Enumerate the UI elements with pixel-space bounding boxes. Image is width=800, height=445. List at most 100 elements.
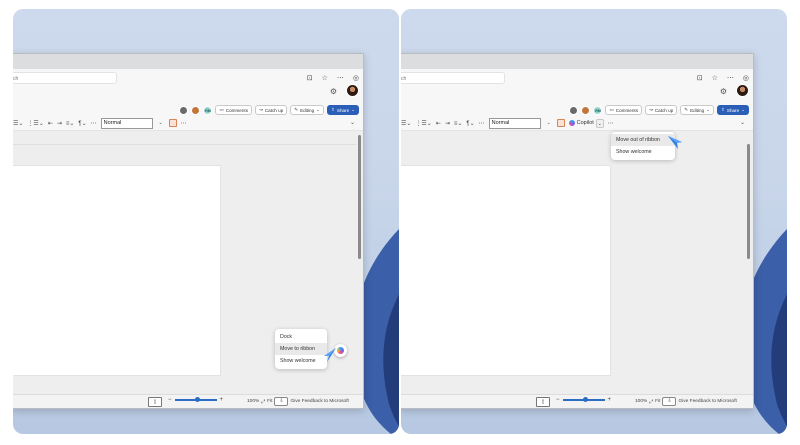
vertical-scrollbar[interactable] (747, 144, 750, 259)
indent-icon[interactable]: ⇥ (445, 120, 450, 127)
more-icon[interactable]: ⋯ (181, 120, 187, 127)
comment-icon: ▭ (609, 107, 614, 112)
fit-icon[interactable]: ⤢ (649, 399, 653, 405)
page-icon[interactable]: ▯ (536, 397, 550, 407)
collaborator-avatar[interactable] (569, 105, 579, 115)
browser-tab-bar (401, 54, 753, 69)
search-box[interactable]: ch (401, 72, 505, 84)
address-row: ch ⊡ ☆ ⋯ ◎ (13, 69, 363, 86)
more-icon[interactable]: ⋯ (608, 120, 614, 127)
zoom-in-button[interactable]: + (608, 397, 612, 403)
share-button[interactable]: ⇧ Share ⌄ (327, 105, 359, 115)
editing-button[interactable]: ✎ Editing ⌄ (290, 105, 325, 115)
menu-item-move-out-of-ribbon[interactable]: Move out of ribbon (611, 134, 675, 146)
tab-icon[interactable]: ⊡ (697, 74, 703, 82)
feedback-link[interactable]: Give Feedback to Microsoft (678, 399, 736, 404)
indent-icon[interactable]: ⇥ (57, 120, 62, 127)
feedback-icon[interactable]: ⇩ (662, 397, 677, 406)
collaborator-initials[interactable]: RM (203, 105, 213, 115)
settings-icon[interactable]: ⚙ (330, 87, 337, 96)
zoom-level[interactable]: 100% (635, 399, 647, 404)
favorites-icon[interactable]: ☆ (322, 74, 328, 82)
zoom-in-button[interactable]: + (220, 397, 224, 403)
indent-icon[interactable]: ⇤ (48, 120, 53, 127)
indent-icon[interactable]: ⇤ (436, 120, 441, 127)
ribbon-header: ⚙ RM ▭ Comments ↝ Catch up ✎ Editing ⌄ ⇧ Shar… (401, 84, 753, 116)
cursor-pointer-icon (668, 136, 682, 149)
chevron-down-icon[interactable]: ⌄ (545, 118, 553, 129)
more-icon[interactable]: ⋯ (479, 120, 485, 127)
right-screenshot-panel: ch ⊡ ☆ ⋯ ◎ ⚙ RM ▭ Comments ↝ Catch up ✎ Edi… (401, 9, 787, 434)
favorites-icon[interactable]: ☆ (712, 74, 718, 82)
zoom-level[interactable]: 100% (247, 399, 259, 404)
chevron-down-icon[interactable]: ⌄ (595, 118, 604, 128)
zoom-control: − + (168, 397, 223, 403)
more-icon[interactable]: ⋯ (727, 74, 734, 82)
feedback-link[interactable]: Give Feedback to Microsoft (290, 399, 348, 404)
numbering-icon[interactable]: ⋮☰⌄ (27, 120, 43, 127)
comments-button[interactable]: ▭ Comments (605, 105, 642, 115)
zoom-slider[interactable] (562, 397, 605, 402)
menu-item-show-welcome[interactable]: Show welcome (611, 146, 675, 158)
page-icon[interactable]: ▯ (148, 397, 162, 407)
comments-button[interactable]: ▭ Comments (215, 105, 252, 115)
collapse-chevron-icon[interactable]: ⌄ (740, 119, 745, 126)
collaboration-bar: RM ▭ Comments ↝ Catch up ✎ Editing ⌄ ⇧ Share ⌄ (569, 105, 753, 115)
zoom-out-button[interactable]: − (556, 397, 560, 403)
paragraph-icon[interactable]: ¶⌄ (466, 120, 474, 127)
copilot-edge-icon[interactable]: ◎ (353, 74, 359, 82)
vertical-scrollbar[interactable] (358, 135, 361, 259)
cursor-pointer-icon (324, 348, 336, 362)
comment-icon: ▭ (219, 107, 224, 112)
browser-icons: ⊡ ☆ ⋯ ◎ (307, 74, 359, 82)
bullets-icon[interactable]: ☰⌄ (401, 120, 411, 127)
document-canvas: Move out of ribbon Show welcome (401, 131, 753, 394)
document-page[interactable] (13, 165, 221, 376)
chevron-down-icon[interactable]: ⌄ (157, 118, 165, 129)
zoom-out-button[interactable]: − (168, 397, 172, 403)
feedback-icon[interactable]: ⇩ (274, 397, 289, 406)
fit-label[interactable]: Fit (267, 399, 272, 404)
settings-icon[interactable]: ⚙ (720, 87, 727, 96)
collaborator-avatar[interactable] (179, 105, 189, 115)
editing-button[interactable]: ✎ Editing ⌄ (680, 105, 715, 115)
tab-icon[interactable]: ⊡ (307, 74, 313, 82)
copilot-icon (337, 347, 344, 354)
collaborator-initials[interactable]: RM (593, 105, 603, 115)
copilot-ribbon-button[interactable]: Copilot ⌄ (568, 118, 604, 128)
menu-item-dock[interactable]: Dock (275, 331, 327, 343)
account-avatar[interactable] (736, 84, 749, 97)
fit-icon[interactable]: ⤢ (261, 399, 265, 405)
browser-icons: ⊡ ☆ ⋯ ◎ (697, 74, 749, 82)
status-bar: ▯ − + 100% ⤢ Fit ⇩ Give Feedback to Micr… (401, 394, 753, 408)
catch-up-button[interactable]: ↝ Catch up (255, 105, 288, 115)
style-select[interactable]: Normal (488, 117, 541, 129)
copilot-edge-icon[interactable]: ◎ (743, 74, 749, 82)
zoom-control: − + (556, 397, 611, 403)
more-icon[interactable]: ⋯ (337, 74, 344, 82)
collaborator-avatar[interactable] (191, 105, 201, 115)
collapse-chevron-icon[interactable]: ⌄ (350, 119, 355, 126)
account-avatar[interactable] (346, 84, 359, 97)
status-bar: ▯ − + 100% ⤢ Fit ⇩ Give Feedback to Micr… (13, 394, 363, 408)
align-icon[interactable]: ≡⌄ (66, 120, 75, 127)
numbering-icon[interactable]: ⋮☰⌄ (415, 120, 431, 127)
align-icon[interactable]: ≡⌄ (454, 120, 463, 127)
paragraph-icon[interactable]: ¶⌄ (78, 120, 86, 127)
catch-up-icon: ↝ (259, 107, 263, 112)
designer-icon[interactable] (168, 119, 177, 127)
share-icon: ⇧ (721, 107, 725, 112)
catch-up-button[interactable]: ↝ Catch up (645, 105, 678, 115)
bullets-icon[interactable]: ☰⌄ (13, 120, 23, 127)
browser-tab-bar (13, 54, 363, 69)
search-box[interactable]: ch (13, 72, 117, 84)
zoom-slider[interactable] (174, 397, 217, 402)
fit-label[interactable]: Fit (655, 399, 660, 404)
style-select[interactable]: Normal (100, 117, 153, 129)
more-icon[interactable]: ⋯ (91, 120, 97, 127)
share-button[interactable]: ⇧ Share ⌄ (717, 105, 749, 115)
collaborator-avatar[interactable] (581, 105, 591, 115)
document-page[interactable] (401, 165, 611, 376)
designer-icon[interactable] (556, 119, 565, 127)
ruler-divider (13, 144, 356, 145)
